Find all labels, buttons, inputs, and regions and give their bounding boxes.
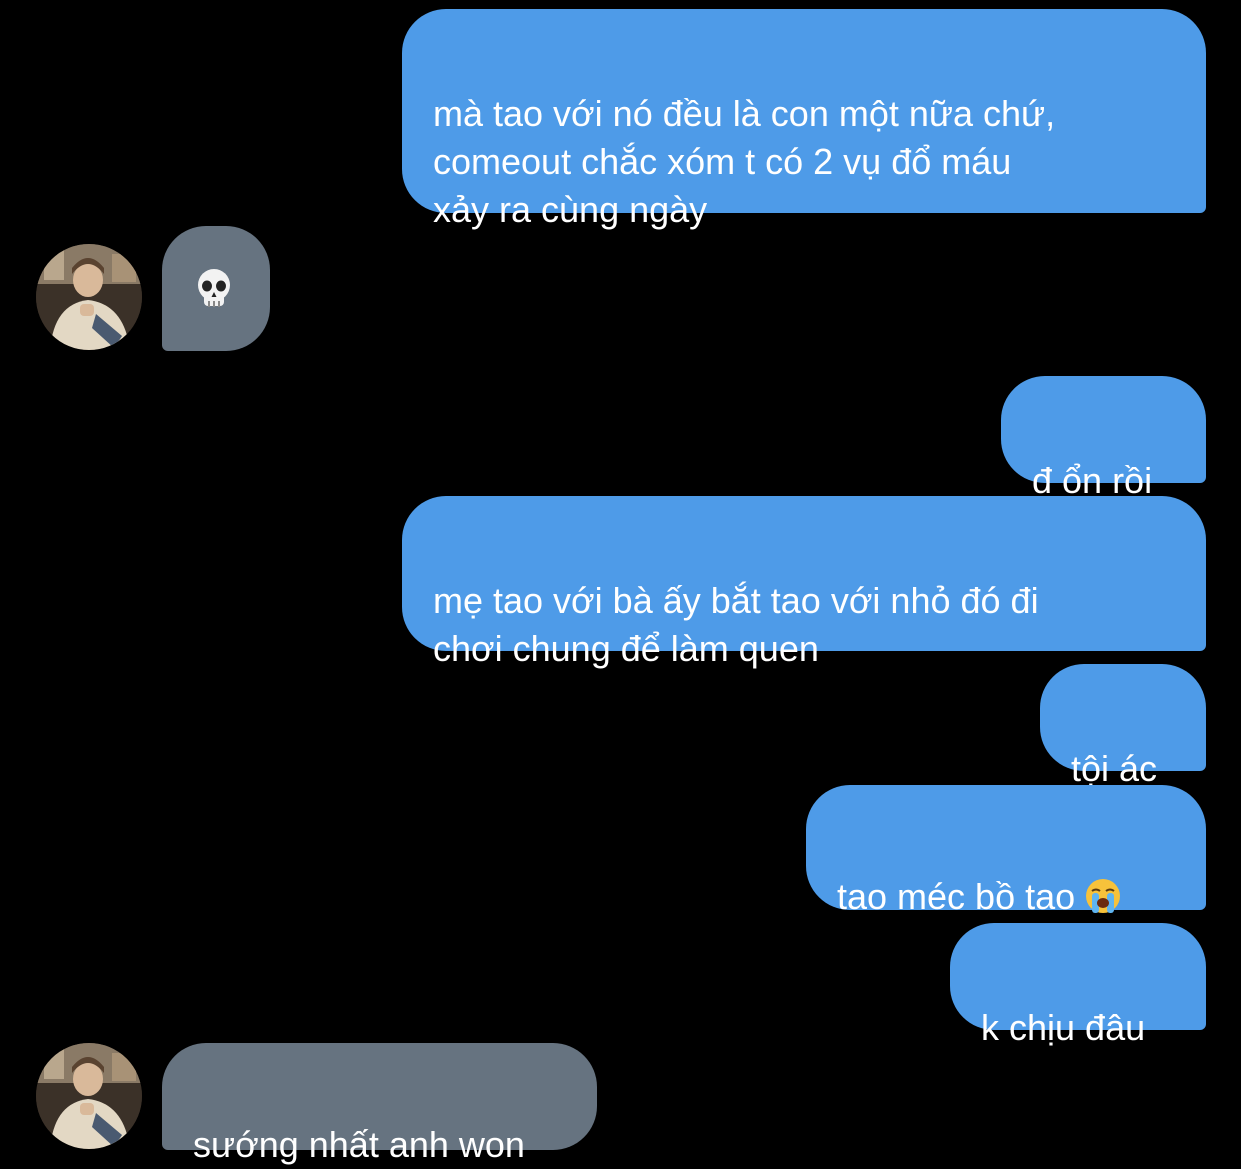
message-bubble-outgoing[interactable]: mẹ tao với bà ấy bắt tao với nhỏ đó đi c… [402,496,1206,669]
avatar-photo [36,1043,142,1149]
skull-emoji-icon [198,269,230,307]
loudly-crying-face-emoji-icon [1086,879,1121,913]
message-bubble-outgoing[interactable]: tao méc bồ tao [806,785,1206,917]
message-text: sướng nhất anh won [193,1124,525,1165]
contact-avatar[interactable] [36,244,142,350]
contact-avatar[interactable] [36,1043,142,1149]
message-text: mà tao với nó đều là con một nữa chứ, co… [433,93,1056,230]
message-text: đ ổn rồi [1032,460,1153,501]
message-text: tội ác [1071,748,1158,789]
message-bubble-outgoing[interactable]: k chịu đâu [950,923,1206,1048]
message-text: tao méc bồ tao [837,876,1076,917]
avatar-photo [36,244,142,350]
message-bubble-outgoing[interactable]: mà tao với nó đều là con một nữa chứ, co… [402,9,1206,230]
message-text: k chịu đâu [981,1007,1146,1048]
message-text: mẹ tao với bà ấy bắt tao với nhỏ đó đi c… [433,580,1039,669]
message-bubble-incoming[interactable]: sướng nhất anh won [162,1043,597,1165]
message-bubble-outgoing[interactable]: đ ổn rồi [1001,376,1206,501]
message-bubble-outgoing[interactable]: tội ác [1040,664,1206,789]
